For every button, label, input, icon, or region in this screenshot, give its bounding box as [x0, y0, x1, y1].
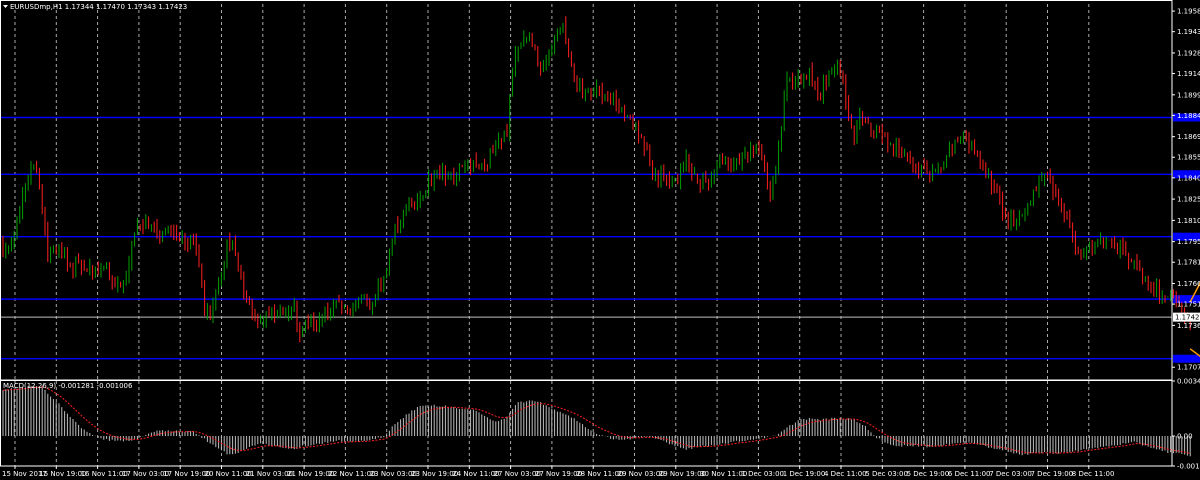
- time-tick-label: 1 Dec 19:00: [783, 470, 826, 478]
- time-tick-label: 23 Nov 03:00: [370, 470, 417, 478]
- time-tick-label: 22 Nov 11:00: [328, 470, 375, 478]
- time-tick-label: 8 Dec 11:00: [1072, 470, 1115, 478]
- time-tick-label: 20 Nov 11:00: [205, 470, 252, 478]
- chart-canvas: 1.19580 1.19435 1.19285 1.19140 1.18990 1.188…: [0, 0, 1200, 480]
- time-tick-label: 5 Dec 19:00: [907, 470, 950, 478]
- price-tick-label: 1.17365: [1177, 322, 1200, 330]
- macd-tick-label: -0.00187: [1177, 463, 1200, 471]
- chart-title: EURUSDmp,H1 1.17344 1.17470 1.17343 1.17…: [10, 3, 187, 11]
- price-tick-label: 1.19435: [1177, 28, 1200, 36]
- time-tick-label: 27 Nov 19:00: [535, 470, 582, 478]
- time-tick-label: 7 Dec 19:00: [1031, 470, 1074, 478]
- price-tick-label: 1.18695: [1177, 133, 1200, 141]
- current-price-marker: 1.17423: [1173, 312, 1200, 322]
- price-tick-label: 1.17515: [1177, 301, 1200, 309]
- time-tick-label: 24 Nov 11:00: [452, 470, 499, 478]
- price-tick-label: 1.18255: [1177, 196, 1200, 204]
- level-price-tag: [1173, 354, 1200, 363]
- time-tick-label: 29 Nov 19:00: [659, 470, 706, 478]
- time-tick-label: 27 Nov 03:00: [494, 470, 541, 478]
- time-tick-label: 1 Dec 03:00: [741, 470, 784, 478]
- time-tick-label: 16 Nov 11:00: [81, 470, 128, 478]
- time-tick-label: 15 Nov 19:00: [39, 470, 86, 478]
- time-tick-label: 5 Dec 03:00: [865, 470, 908, 478]
- time-tick-label: 6 Dec 11:00: [948, 470, 991, 478]
- macd-tick-label: 0.003434: [1177, 378, 1200, 386]
- price-tick-label: 1.18105: [1177, 217, 1200, 225]
- price-tick-label: 1.17660: [1177, 280, 1200, 288]
- time-tick-label: 28 Nov 11:00: [576, 470, 623, 478]
- price-tick-label: 1.17070: [1177, 364, 1200, 372]
- macd-tick-label: 0.00: [1177, 433, 1193, 441]
- price-tick-label: 1.17810: [1177, 259, 1200, 267]
- time-tick-label: 21 Nov 19:00: [287, 470, 334, 478]
- time-tick-label: 7 Dec 03:00: [989, 470, 1032, 478]
- price-tick-label: 1.19580: [1177, 8, 1200, 16]
- price-tick-label: 1.19285: [1177, 49, 1200, 57]
- time-tick-label: 30 Nov 11:00: [700, 470, 747, 478]
- time-tick-label: 17 Nov 19:00: [163, 470, 210, 478]
- time-tick-label: 4 Dec 11:00: [824, 470, 867, 478]
- price-tick-label: 1.18990: [1177, 91, 1200, 99]
- time-tick-label: 23 Nov 19:00: [411, 470, 458, 478]
- time-tick-label: 21 Nov 03:00: [246, 470, 293, 478]
- current-price-label: 1.17423: [1175, 314, 1200, 322]
- price-tick-label: 1.17955: [1177, 238, 1200, 246]
- price-tick-label: 1.19140: [1177, 70, 1200, 78]
- time-tick-label: 29 Nov 03:00: [618, 470, 665, 478]
- macd-title: MACD(12,26,9) -0.001281 -0.001006: [3, 382, 133, 390]
- price-tick-label: 1.18845: [1177, 112, 1200, 120]
- price-tick-label: 1.18550: [1177, 154, 1200, 162]
- time-tick-label: 17 Nov 03:00: [122, 470, 169, 478]
- price-tick-label: 1.18405: [1177, 174, 1200, 182]
